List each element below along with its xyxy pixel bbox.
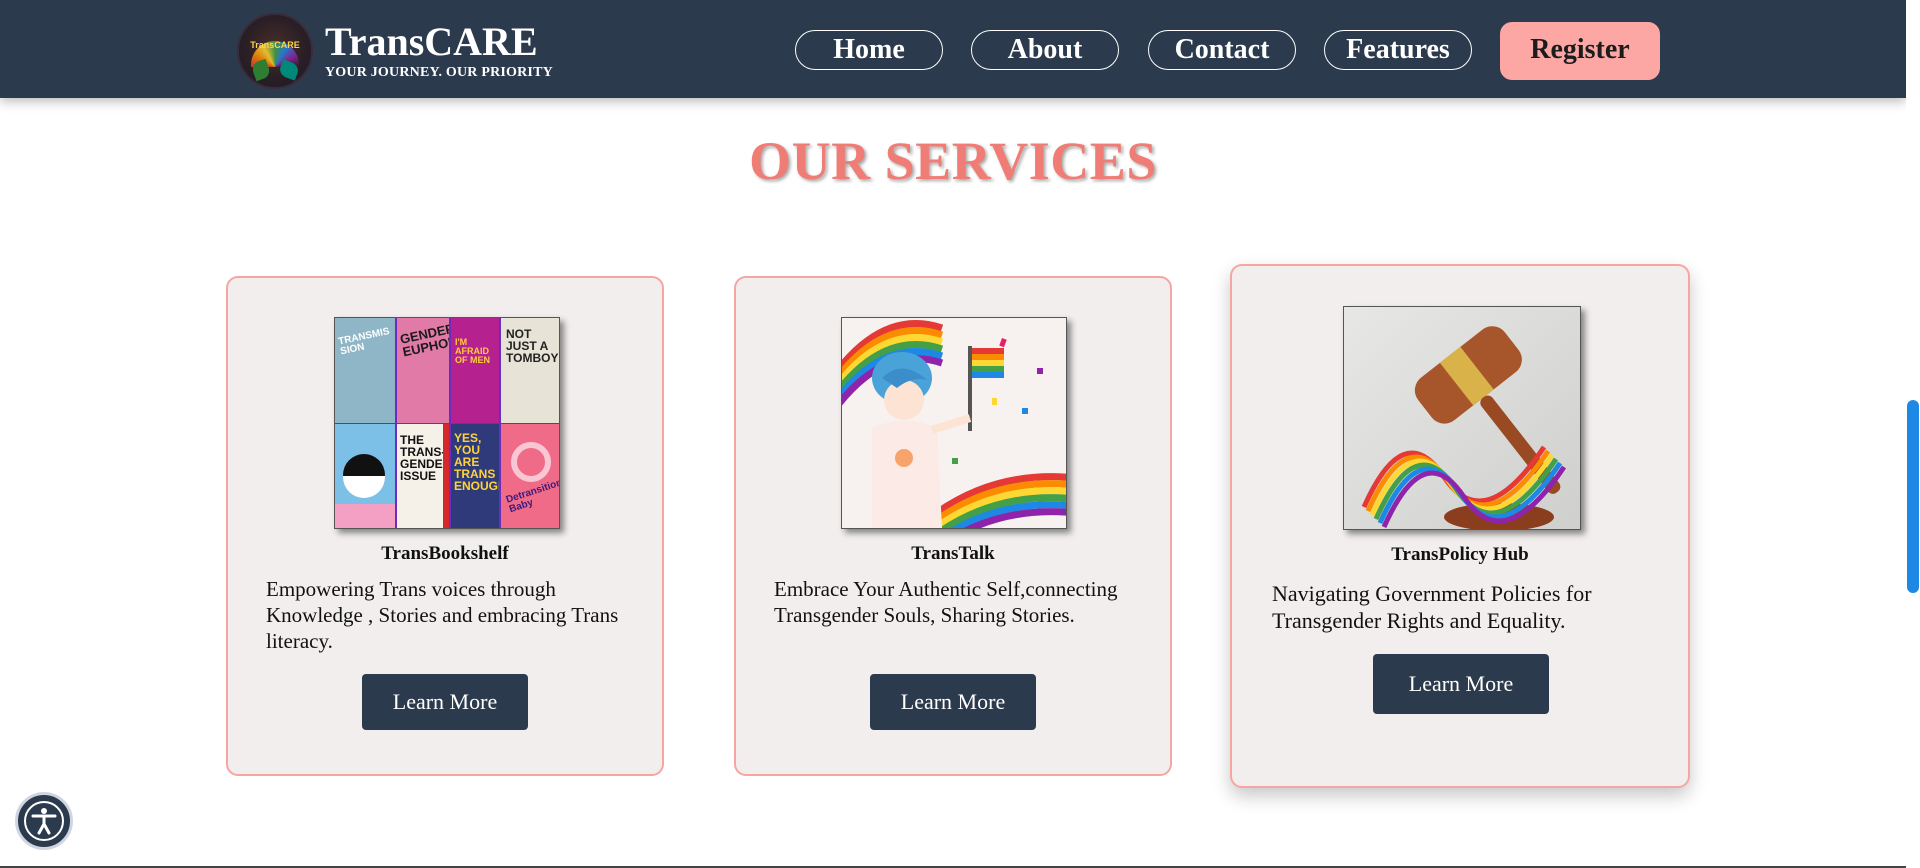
brand-name: TransCARE [325,18,538,64]
card-description: Navigating Government Policies for Trans… [1272,581,1592,633]
nav-about-button[interactable]: About [971,30,1119,70]
register-button[interactable]: Register [1500,22,1660,80]
card-title: TransTalk [911,543,995,564]
service-card-transtalk: TransTalk Embrace Your Authentic Self,co… [734,276,1172,776]
card-description: Empowering Trans voices through Knowledg… [266,577,619,653]
brand-tagline: YOUR JOURNEY. OUR PRIORITY [325,64,553,80]
gavel-with-rainbow-ribbon-image [1343,306,1581,530]
card-description: Embrace Your Authentic Self,connecting T… [774,577,1118,627]
service-card-transbookshelf: TRANSMISSION GENDER EUPHORIA I'M AFRAID … [226,276,664,776]
brand-text: TransCARE YOUR JOURNEY. OUR PRIORITY [325,18,553,81]
card-title: TransBookshelf [381,543,509,564]
nav-home-button[interactable]: Home [795,30,943,70]
learn-more-button[interactable]: Learn More [870,674,1036,730]
logo-text: TransCARE [250,40,300,50]
card-title: TransPolicy Hub [1391,544,1529,565]
rainbow-tree-logo-icon: TransCARE [237,13,313,89]
pride-flag-illustration-image [841,317,1067,529]
scrollbar-thumb[interactable] [1907,400,1919,593]
page-scrollbar[interactable] [1906,0,1920,868]
book-covers-collage-image: TRANSMISSION GENDER EUPHORIA I'M AFRAID … [334,317,560,529]
top-navbar: TransCARE TransCARE YOUR JOURNEY. OUR PR… [0,0,1906,98]
brand[interactable]: TransCARE TransCARE YOUR JOURNEY. OUR PR… [237,13,553,89]
learn-more-button[interactable]: Learn More [362,674,528,730]
service-card-transpolicy-hub: TransPolicy Hub Navigating Government Po… [1230,264,1690,788]
nav-features-button[interactable]: Features [1324,30,1472,70]
learn-more-button[interactable]: Learn More [1373,654,1549,714]
accessibility-person-icon[interactable] [15,792,73,850]
nav-contact-button[interactable]: Contact [1148,30,1296,70]
services-section-title: OUR SERVICES [749,131,1157,191]
